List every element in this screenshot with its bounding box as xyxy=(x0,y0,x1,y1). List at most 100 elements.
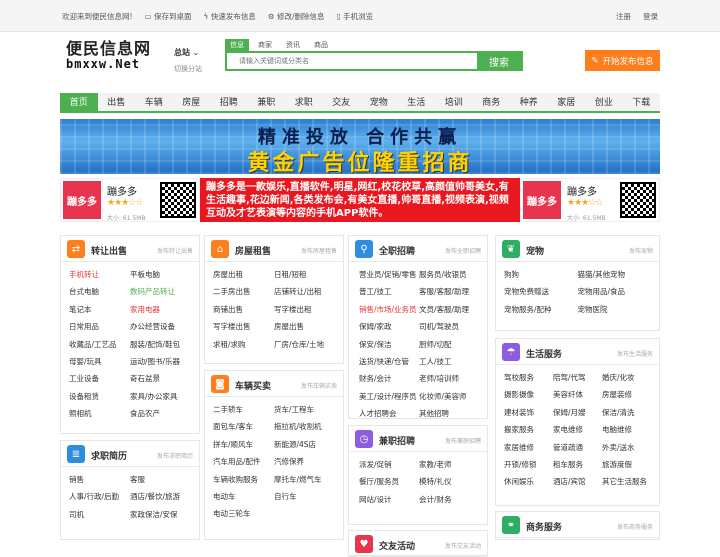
list-item[interactable]: 美容纤体 xyxy=(553,386,602,403)
search-tab-info[interactable]: 信息 xyxy=(225,39,249,51)
list-item[interactable]: 电动车 xyxy=(213,488,274,505)
list-item[interactable]: 二手轿车 xyxy=(213,401,274,418)
list-item[interactable]: 建材装饰 xyxy=(504,404,553,421)
list-item[interactable]: 货车/工程车 xyxy=(274,401,335,418)
login-link[interactable]: 登录 xyxy=(643,11,658,22)
list-item[interactable]: 营业员/促销/零售 xyxy=(359,266,419,283)
mobile-link[interactable]: ▯ 手机浏览 xyxy=(336,11,373,22)
search-tab-goods[interactable]: 商品 xyxy=(309,39,333,51)
list-item[interactable]: 工业设备 xyxy=(69,370,130,387)
list-item[interactable]: 其他招聘 xyxy=(419,405,479,422)
list-item[interactable]: 家教/老师 xyxy=(419,456,479,473)
list-item[interactable]: 拖拉机/收割机 xyxy=(274,418,335,435)
list-item[interactable]: 普工/技工 xyxy=(359,283,419,300)
list-item[interactable]: 保姆/家政 xyxy=(359,318,419,335)
list-item[interactable]: 化妆师/美容师 xyxy=(419,388,479,405)
nav-item[interactable]: 宠物 xyxy=(360,93,398,111)
list-item[interactable]: 电动三轮车 xyxy=(213,505,274,522)
list-item[interactable]: 房屋出售 xyxy=(274,318,335,335)
list-item[interactable]: 车辆收购服务 xyxy=(213,471,274,488)
list-item[interactable]: 销售 xyxy=(69,471,130,488)
list-item[interactable]: 销售/市场/业务员 xyxy=(359,301,419,318)
list-item[interactable]: 保安/保洁 xyxy=(359,336,419,353)
list-item[interactable]: 保姆/月嫂 xyxy=(553,404,602,421)
panel-title[interactable]: 宠物 xyxy=(526,244,544,257)
list-item[interactable]: 办公经营设备 xyxy=(130,318,191,335)
list-item[interactable]: 婚庆/化妆 xyxy=(602,369,651,386)
nav-item[interactable]: 招聘 xyxy=(210,93,248,111)
list-item[interactable]: 客服/客服/助理 xyxy=(419,283,479,300)
list-item[interactable]: 电脑维修 xyxy=(602,421,651,438)
list-item[interactable]: 旅游度假 xyxy=(602,456,651,473)
list-item[interactable]: 平板电脑 xyxy=(130,266,191,283)
list-item[interactable]: 台式电脑 xyxy=(69,283,130,300)
panel-post-link[interactable]: 发布车辆买卖 xyxy=(301,381,337,390)
nav-item[interactable]: 生活 xyxy=(398,93,436,111)
list-item[interactable]: 汽修保养 xyxy=(274,453,335,470)
list-item[interactable]: 汽车用品/配件 xyxy=(213,453,274,470)
list-item[interactable]: 写字楼出租 xyxy=(274,301,335,318)
panel-post-link[interactable]: 发布全职招聘 xyxy=(445,246,481,255)
list-item[interactable]: 酒店/宾馆 xyxy=(553,473,602,490)
list-item[interactable]: 摄影摄像 xyxy=(504,386,553,403)
list-item[interactable]: 厨师/切配 xyxy=(419,336,479,353)
list-item[interactable]: 奇石盆景 xyxy=(130,370,191,387)
list-item[interactable]: 日常用品 xyxy=(69,318,130,335)
panel-post-link[interactable]: 发布转让出售 xyxy=(157,246,193,255)
panel-post-link[interactable]: 发布求职简历 xyxy=(157,451,193,460)
app-card-left[interactable]: 蹦多多 蹦多多 ★★★☆☆ 大小: 61.5MB xyxy=(60,178,200,222)
nav-item[interactable]: 房屋 xyxy=(173,93,211,111)
list-item[interactable]: 求租/求购 xyxy=(213,336,274,353)
list-item[interactable]: 租车服务 xyxy=(553,456,602,473)
list-item[interactable]: 休闲娱乐 xyxy=(504,473,553,490)
list-item[interactable]: 模特/礼仪 xyxy=(419,473,479,490)
panel-title[interactable]: 交友活动 xyxy=(379,539,415,552)
panel-post-link[interactable]: 发布宠物 xyxy=(629,246,653,255)
list-item[interactable]: 商铺出售 xyxy=(213,301,274,318)
list-item[interactable]: 家用电器 xyxy=(130,301,191,318)
list-item[interactable]: 房屋出租 xyxy=(213,266,274,283)
panel-post-link[interactable]: 发布商务服务 xyxy=(617,522,653,531)
list-item[interactable]: 保洁/清洗 xyxy=(602,404,651,421)
nav-item[interactable]: 下载 xyxy=(623,93,661,111)
list-item[interactable]: 母婴/玩具 xyxy=(69,353,130,370)
post-info-button[interactable]: ✎ 开始发布信息 xyxy=(585,50,660,71)
list-item[interactable]: 宠物用品/食品 xyxy=(578,283,652,300)
panel-title[interactable]: 车辆买卖 xyxy=(235,379,271,392)
list-item[interactable]: 网站/设计 xyxy=(359,491,419,508)
panel-title[interactable]: 转让出售 xyxy=(91,244,127,257)
list-item[interactable]: 工人/技工 xyxy=(419,353,479,370)
list-item[interactable]: 照相机 xyxy=(69,405,130,422)
list-item[interactable]: 笔记本 xyxy=(69,301,130,318)
list-item[interactable]: 写字楼出售 xyxy=(213,318,274,335)
nav-item[interactable]: 兼职 xyxy=(248,93,286,111)
list-item[interactable]: 搬家服务 xyxy=(504,421,553,438)
list-item[interactable]: 派发/促销 xyxy=(359,456,419,473)
list-item[interactable]: 房屋装修 xyxy=(602,386,651,403)
nav-item[interactable]: 家居 xyxy=(548,93,586,111)
list-item[interactable]: 服务员/收银员 xyxy=(419,266,479,283)
list-item[interactable]: 陪驾/代驾 xyxy=(553,369,602,386)
register-link[interactable]: 注册 xyxy=(616,11,631,22)
list-item[interactable]: 家具/办公家具 xyxy=(130,388,191,405)
list-item[interactable]: 二手房出售 xyxy=(213,283,274,300)
nav-item[interactable]: 车辆 xyxy=(135,93,173,111)
list-item[interactable]: 厂房/仓库/土地 xyxy=(274,336,335,353)
list-item[interactable]: 服装/配饰/鞋包 xyxy=(130,336,191,353)
panel-post-link[interactable]: 发布兼职招聘 xyxy=(445,436,481,445)
list-item[interactable]: 财务/会计 xyxy=(359,370,419,387)
panel-post-link[interactable]: 发布生活服务 xyxy=(617,349,653,358)
nav-item[interactable]: 商务 xyxy=(473,93,511,111)
list-item[interactable]: 驾校服务 xyxy=(504,369,553,386)
nav-item[interactable]: 种养 xyxy=(510,93,548,111)
nav-item[interactable]: 培训 xyxy=(435,93,473,111)
search-input[interactable] xyxy=(227,53,477,69)
list-item[interactable]: 自行车 xyxy=(274,488,335,505)
panel-post-link[interactable]: 发布交友活动 xyxy=(445,541,481,550)
list-item[interactable]: 家居维修 xyxy=(504,439,553,456)
list-item[interactable]: 面包车/客车 xyxy=(213,418,274,435)
list-item[interactable]: 美工/设计/程序员 xyxy=(359,388,419,405)
list-item[interactable]: 拼车/顺风车 xyxy=(213,436,274,453)
list-item[interactable]: 司机/驾驶员 xyxy=(419,318,479,335)
nav-item[interactable]: 求职 xyxy=(285,93,323,111)
